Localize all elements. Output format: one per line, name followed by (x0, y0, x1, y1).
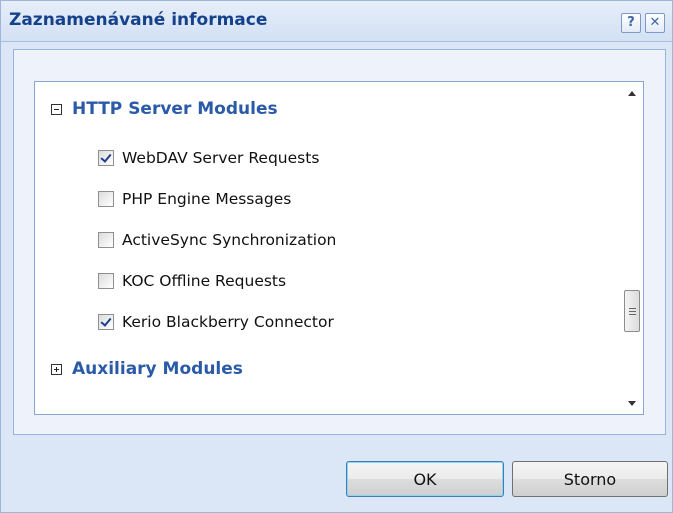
collapse-icon[interactable] (51, 103, 62, 115)
vertical-scrollbar[interactable] (621, 82, 643, 414)
scroll-down-arrow-icon[interactable] (621, 392, 643, 414)
checkbox-koc-offline[interactable] (98, 273, 114, 289)
cancel-button[interactable]: Storno (512, 461, 668, 497)
list-item-activesync[interactable]: ActiveSync Synchronization (98, 231, 336, 249)
item-label: PHP Engine Messages (122, 190, 292, 208)
dialog-window: Zaznamenávané informace ? ✕ HTTP Server … (0, 0, 673, 513)
checkbox-blackberry[interactable] (98, 314, 114, 330)
title-bar: Zaznamenávané informace ? ✕ (1, 1, 672, 42)
help-icon[interactable]: ? (621, 13, 641, 33)
grip-icon (628, 307, 636, 316)
list-item-webdav[interactable]: WebDAV Server Requests (98, 149, 319, 167)
scroll-up-arrow-icon[interactable] (621, 82, 643, 104)
group-auxiliary-modules[interactable]: Auxiliary Modules (51, 359, 243, 379)
item-label: ActiveSync Synchronization (122, 231, 337, 249)
item-label: Kerio Blackberry Connector (122, 313, 334, 331)
item-label: WebDAV Server Requests (122, 149, 320, 167)
expand-icon[interactable] (51, 363, 62, 375)
item-label: KOC Offline Requests (122, 272, 287, 290)
group-label: Auxiliary Modules (72, 359, 243, 379)
list-item-php-engine[interactable]: PHP Engine Messages (98, 190, 291, 208)
group-label: HTTP Server Modules (72, 99, 278, 119)
checkbox-webdav[interactable] (98, 150, 114, 166)
ok-button[interactable]: OK (346, 461, 504, 497)
checkbox-activesync[interactable] (98, 232, 114, 248)
group-http-server-modules[interactable]: HTTP Server Modules (51, 99, 278, 119)
close-icon[interactable]: ✕ (645, 13, 665, 33)
module-list[interactable]: HTTP Server Modules WebDAV Server Reques… (34, 81, 644, 415)
list-item-blackberry[interactable]: Kerio Blackberry Connector (98, 313, 334, 331)
dialog-title: Zaznamenávané informace (9, 10, 268, 30)
checkbox-php-engine[interactable] (98, 191, 114, 207)
scroll-thumb[interactable] (624, 290, 640, 332)
list-item-koc-offline[interactable]: KOC Offline Requests (98, 272, 286, 290)
